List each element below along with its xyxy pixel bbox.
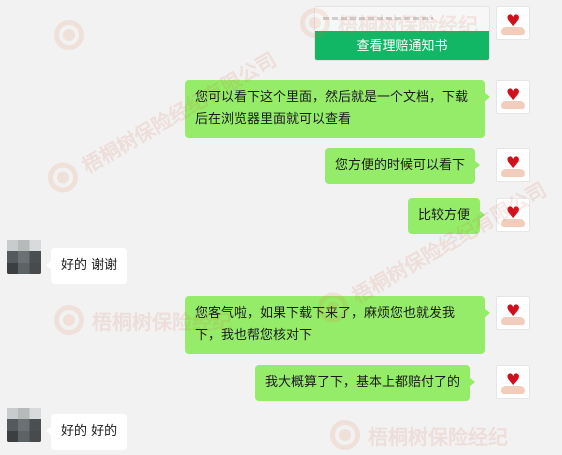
watermark-logo-icon — [42, 157, 84, 198]
message-bubble[interactable]: 您客气啦，如果下载下来了，麻烦您也就发我下，我也帮您核对下 — [185, 296, 490, 354]
watermark-text: 梧桐树保险经纪有限公司 — [347, 176, 551, 308]
message-bubble[interactable]: 我大概算了下，基本上都赔付了的 — [255, 365, 476, 401]
watermark — [54, 20, 92, 50]
avatar[interactable]: ♥ — [496, 296, 530, 330]
message-bubble[interactable]: 比较方便 — [408, 198, 486, 234]
chat-window: 梧桐树保险经纪 梧桐树保险经纪有限公司 梧桐树保险经纪有限公司 梧桐树保险经纪 … — [0, 0, 562, 455]
avatar[interactable]: ♥ — [496, 198, 530, 232]
message-text: 您可以看下这个里面，然后就是一个文档，下载后在浏览器里面就可以查看 — [195, 90, 469, 127]
view-claim-notice-button[interactable]: 查看理赔通知书 — [315, 31, 489, 60]
message-text: 您方便的时候可以看下 — [335, 158, 466, 173]
message-text: 好的 好的 — [61, 424, 118, 439]
watermark-text: 梧桐树保险经纪 — [368, 424, 508, 449]
message-bubble[interactable]: 好的 谢谢 — [45, 248, 128, 284]
message-bubble[interactable]: 您可以看下这个里面，然后就是一个文档，下载后在浏览器里面就可以查看 — [185, 80, 490, 138]
watermark: 梧桐树保险经纪 — [330, 420, 508, 450]
avatar[interactable] — [7, 408, 41, 442]
message-text: 我大概算了下，基本上都赔付了的 — [265, 375, 461, 390]
message-text: 好的 谢谢 — [61, 258, 118, 273]
avatar[interactable]: ♥ — [496, 365, 530, 399]
watermark-logo-icon — [54, 20, 84, 50]
avatar[interactable]: ♥ — [496, 6, 530, 40]
avatar[interactable] — [7, 240, 41, 274]
claim-notice-card[interactable]: 查看理赔通知书 — [314, 6, 490, 61]
watermark-logo-icon — [54, 305, 84, 335]
message-bubble[interactable]: 您方便的时候可以看下 — [325, 148, 481, 184]
message-text: 您客气啦，如果下载下来了，麻烦您也就发我下，我也帮您核对下 — [195, 306, 456, 343]
watermark-logo-icon — [330, 420, 360, 450]
card-preview — [315, 7, 489, 31]
avatar[interactable]: ♥ — [496, 80, 530, 114]
avatar[interactable]: ♥ — [496, 148, 530, 182]
message-bubble[interactable]: 好的 好的 — [45, 414, 128, 450]
message-text: 比较方便 — [418, 208, 471, 223]
